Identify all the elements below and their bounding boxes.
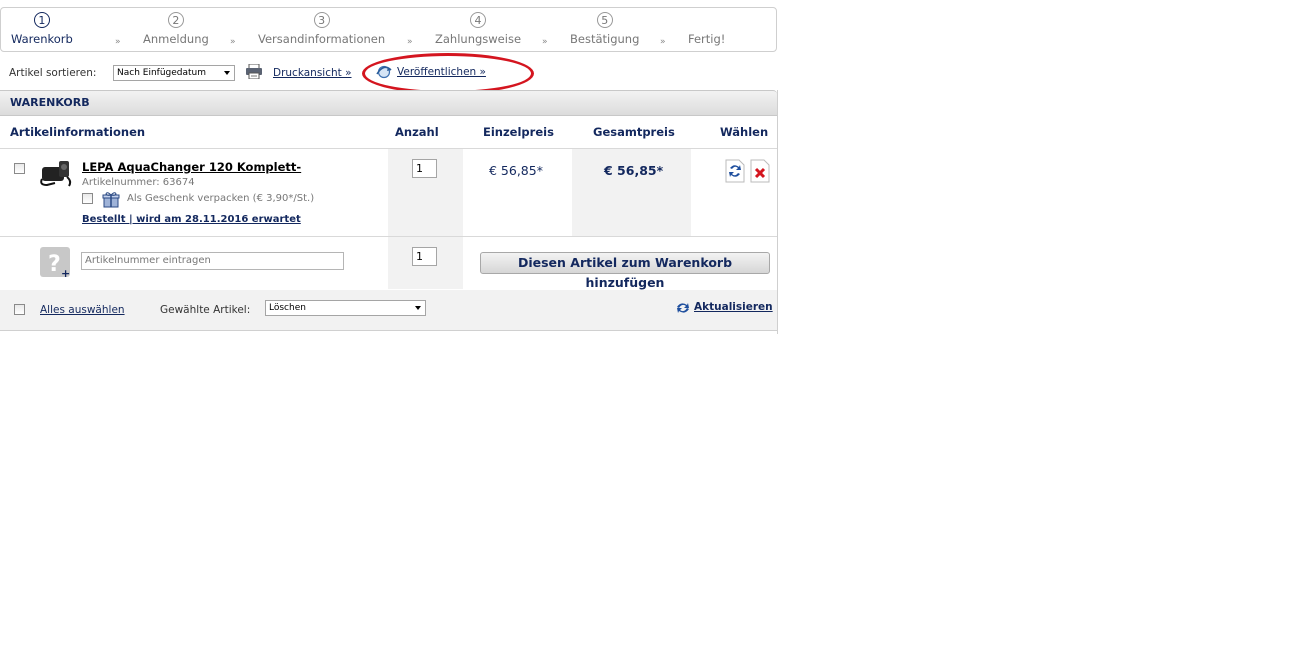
step-label: Bestätigung (570, 32, 640, 46)
refresh-icon[interactable] (725, 159, 745, 186)
step-label: Zahlungsweise (435, 32, 522, 46)
bulk-action-select[interactable]: Löschen (265, 300, 426, 316)
publish-icon[interactable] (376, 65, 392, 82)
sort-label: Artikel sortieren: (9, 67, 97, 79)
bulk-action-value: Löschen (269, 303, 306, 313)
step-label: Anmeldung (143, 32, 209, 46)
column-header-unit-price: Einzelpreis (483, 125, 554, 139)
step-number: 2 (167, 12, 184, 28)
item-quantity-input[interactable]: 1 (412, 159, 437, 178)
column-header-info: Artikelinformationen (10, 125, 146, 139)
product-image[interactable] (39, 159, 73, 190)
step-label: Versandinformationen (258, 32, 386, 46)
step-separator: » (542, 37, 548, 47)
cart-toolbar: Artikel sortieren: Nach Einfügedatum Dru… (9, 63, 779, 82)
step-anmeldung: 2 Anmeldung (143, 8, 209, 46)
sort-select[interactable]: Nach Einfügedatum (113, 65, 235, 81)
column-header-select: Wählen (720, 125, 769, 139)
total-price: € 56,85* (604, 163, 664, 178)
print-view-link[interactable]: Druckansicht » (273, 67, 352, 79)
step-warenkorb[interactable]: 1 Warenkorb (11, 8, 73, 46)
chevron-down-icon (415, 306, 421, 310)
selected-items-label: Gewählte Artikel: (160, 304, 251, 316)
column-header-total-price: Gesamtpreis (593, 125, 675, 139)
order-status-link[interactable]: Bestellt | wird am 28.11.2016 erwartet (82, 214, 301, 225)
step-number: 5 (596, 12, 613, 28)
select-all-checkbox[interactable] (14, 304, 25, 315)
gift-wrap-checkbox[interactable] (82, 193, 93, 204)
step-separator: » (407, 37, 413, 47)
step-label: Warenkorb (11, 32, 73, 46)
step-versandinformationen: 3 Versandinformationen (258, 8, 385, 46)
delete-icon[interactable] (750, 159, 770, 186)
add-quantity-input[interactable]: 1 (412, 247, 437, 266)
gift-wrap-label: Als Geschenk verpacken (€ 3,90*/St.) (127, 193, 315, 204)
unknown-article-icon: ? + (39, 246, 73, 283)
add-to-cart-button[interactable]: Diesen Artikel zum Warenkorb hinzufügen (480, 252, 770, 290)
step-label: Fertig! (688, 32, 726, 46)
cart-footer: Alles auswählen Gewählte Artikel: Lösche… (0, 290, 777, 331)
unit-price: € 56,85* (489, 163, 543, 178)
step-bestaetigung: 5 Bestätigung (570, 8, 639, 46)
gift-icon (102, 191, 120, 211)
svg-text:?: ? (48, 252, 61, 277)
checkout-steps: 1 Warenkorb » 2 Anmeldung » 3 Versandinf… (0, 7, 777, 52)
refresh-icon[interactable] (675, 300, 691, 319)
chevron-down-icon (224, 71, 230, 75)
cart-panel: WARENKORB Artikelinformationen Anzahl Ei… (0, 90, 778, 334)
column-header-qty: Anzahl (395, 125, 439, 139)
step-fertig: Fertig! (688, 8, 725, 46)
cart-title: WARENKORB (10, 96, 90, 109)
step-separator: » (660, 37, 666, 47)
printer-icon[interactable] (245, 63, 263, 82)
step-separator: » (230, 37, 236, 47)
sort-select-value: Nach Einfügedatum (117, 68, 207, 78)
svg-text:+: + (61, 267, 70, 280)
cart-header: WARENKORB (0, 90, 777, 116)
select-all-link[interactable]: Alles auswählen (40, 304, 125, 316)
refresh-link[interactable]: Aktualisieren (694, 301, 773, 313)
step-number: 3 (313, 12, 330, 28)
step-separator: » (115, 37, 121, 47)
article-number-input[interactable]: Artikelnummer eintragen (81, 252, 344, 270)
product-title-link[interactable]: LEPA AquaChanger 120 Komplett- (82, 160, 301, 174)
article-number: Artikelnummer: 63674 (82, 177, 195, 188)
step-number: 4 (470, 12, 487, 28)
publish-link[interactable]: Veröffentlichen » (397, 66, 486, 78)
step-number: 1 (33, 12, 50, 28)
step-zahlungsweise: 4 Zahlungsweise (435, 8, 521, 46)
item-checkbox[interactable] (14, 163, 25, 174)
